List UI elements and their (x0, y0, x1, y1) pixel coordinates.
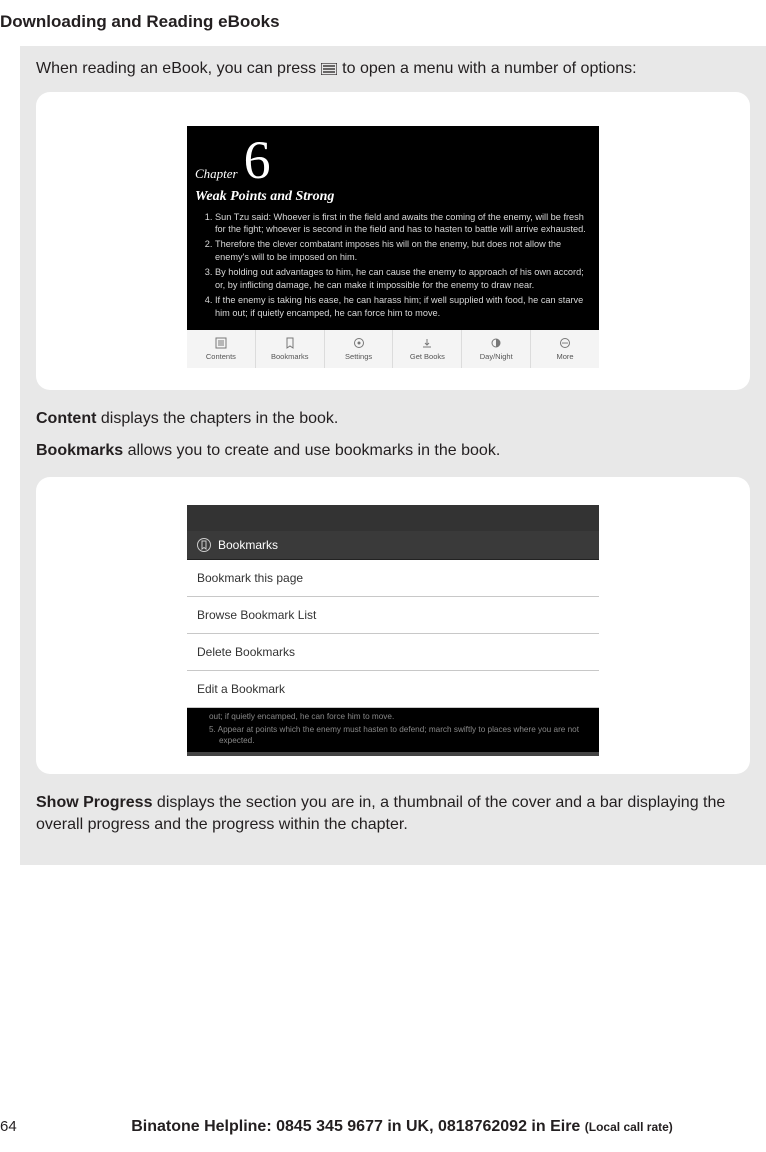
ebook-reader-screenshot: Chapter 6 Weak Points and Strong Sun Tzu… (36, 92, 750, 390)
toolbar-settings-button[interactable]: Settings (325, 330, 394, 368)
toolbar-label: Settings (345, 352, 372, 361)
intro-line: When reading an eBook, you can press to … (36, 60, 750, 78)
toolbar-label: Bookmarks (271, 352, 309, 361)
page-number: 64 (0, 1118, 40, 1135)
toolbar-label: Contents (206, 352, 236, 361)
ebook-line: By holding out advantages to him, he can… (215, 266, 589, 291)
more-icon (558, 336, 572, 350)
ebook-line: Sun Tzu said: Whoever is first in the fi… (215, 211, 589, 236)
ebook-text: Sun Tzu said: Whoever is first in the fi… (187, 211, 599, 330)
ebook-toolbar: Contents Bookmarks Settings (187, 330, 599, 368)
toolbar-label: Get Books (410, 352, 445, 361)
edit-bookmark-option[interactable]: Edit a Bookmark (187, 671, 599, 708)
bookmarks-bottom-bar (187, 752, 599, 756)
bookmarks-screenshot: Bookmarks Bookmark this page Browse Book… (36, 477, 750, 774)
show-progress-description: Show Progress displays the section you a… (36, 792, 750, 837)
bookmarks-screen: Bookmarks Bookmark this page Browse Book… (187, 505, 599, 756)
chapter-label: Chapter (195, 166, 238, 182)
intro-before: When reading an eBook, you can press (36, 60, 316, 78)
toolbar-bookmarks-button[interactable]: Bookmarks (256, 330, 325, 368)
settings-icon (352, 336, 366, 350)
bookmarks-bg-top (187, 505, 599, 531)
helpline-main: Binatone Helpline: 0845 345 9677 in UK, … (131, 1118, 585, 1135)
chapter-title: Weak Points and Strong (187, 189, 599, 211)
bookmarks-header-icon (197, 538, 211, 552)
toolbar-daynight-button[interactable]: Day/Night (462, 330, 531, 368)
contents-icon (214, 336, 228, 350)
content-text: displays the chapters in the book. (96, 410, 338, 427)
bm-remain-line5: 5. Appear at points which the enemy must… (209, 724, 589, 746)
toolbar-more-button[interactable]: More (531, 330, 599, 368)
intro-after: to open a menu with a number of options: (342, 60, 636, 78)
chapter-number: 6 (244, 136, 271, 185)
bookmarks-remaining-text: out; if quietly encamped, he can force h… (187, 708, 599, 752)
toolbar-contents-button[interactable]: Contents (187, 330, 256, 368)
page-title: Downloading and Reading eBooks (0, 0, 766, 32)
helpline-small: (Local call rate) (585, 1120, 673, 1134)
browse-bookmark-list-option[interactable]: Browse Bookmark List (187, 597, 599, 634)
ebook-line: Therefore the clever combatant imposes h… (215, 238, 589, 263)
ebook-screen: Chapter 6 Weak Points and Strong Sun Tzu… (187, 126, 599, 368)
bookmarks-header-title: Bookmarks (218, 538, 278, 552)
toolbar-getbooks-button[interactable]: Get Books (393, 330, 462, 368)
bm-remain-line4: out; if quietly encamped, he can force h… (209, 712, 394, 721)
content-bold: Content (36, 410, 96, 427)
bookmarks-panel: Bookmarks Bookmark this page Browse Book… (187, 531, 599, 708)
menu-icon (320, 62, 338, 76)
getbooks-icon (420, 336, 434, 350)
toolbar-label: More (557, 352, 574, 361)
page-footer: 64 Binatone Helpline: 0845 345 9677 in U… (0, 1118, 766, 1136)
ebook-chapter-header: Chapter 6 (187, 126, 599, 189)
content-area: When reading an eBook, you can press to … (20, 46, 766, 865)
daynight-icon (489, 336, 503, 350)
show-progress-bold: Show Progress (36, 794, 152, 811)
helpline-text: Binatone Helpline: 0845 345 9677 in UK, … (40, 1118, 764, 1136)
bookmarks-bold: Bookmarks (36, 442, 123, 459)
toolbar-label: Day/Night (480, 352, 513, 361)
delete-bookmarks-option[interactable]: Delete Bookmarks (187, 634, 599, 671)
bookmark-this-page-option[interactable]: Bookmark this page (187, 560, 599, 597)
ebook-line: If the enemy is taking his ease, he can … (215, 294, 589, 319)
content-description: Content displays the chapters in the boo… (36, 408, 750, 430)
bookmarks-description: Bookmarks allows you to create and use b… (36, 440, 750, 462)
bookmarks-icon (283, 336, 297, 350)
bookmarks-text: allows you to create and use bookmarks i… (123, 442, 500, 459)
bookmarks-panel-header: Bookmarks (187, 531, 599, 560)
